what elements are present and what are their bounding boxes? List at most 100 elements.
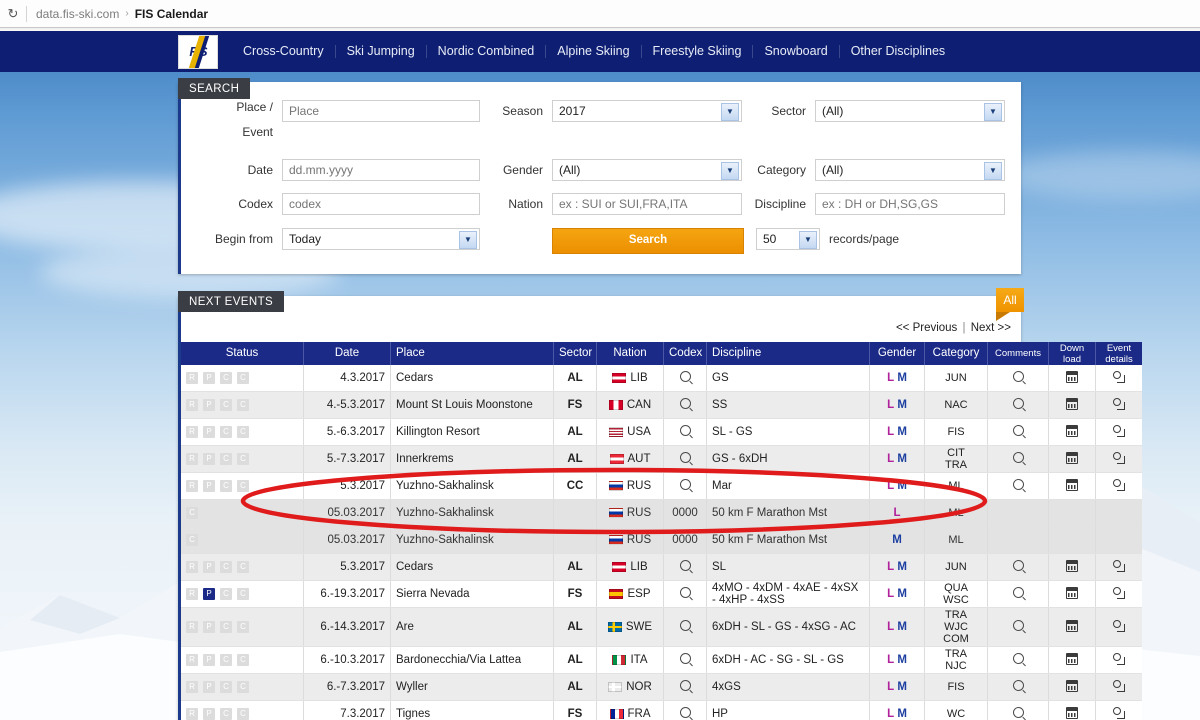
nav-item-snowboard[interactable]: Snowboard <box>753 45 840 58</box>
status-badge-r[interactable]: R <box>186 653 198 666</box>
reload-icon[interactable]: ↻ <box>0 0 26 27</box>
column-header-discipline[interactable]: Discipline <box>706 342 870 365</box>
calendar-icon[interactable] <box>1066 370 1078 383</box>
status-badge-c[interactable]: C <box>220 620 232 633</box>
search-icon[interactable] <box>679 620 691 631</box>
search-icon[interactable] <box>1012 620 1024 631</box>
search-icon[interactable] <box>1012 587 1024 598</box>
status-badge-r[interactable]: R <box>186 371 198 384</box>
discipline-input[interactable] <box>815 193 1005 215</box>
search-icon[interactable] <box>1012 398 1024 409</box>
event-details-icon[interactable] <box>1113 706 1125 719</box>
column-header-download[interactable]: Down load <box>1048 342 1096 365</box>
column-header-event-details[interactable]: Event details <box>1095 342 1142 365</box>
status-badge-r[interactable]: R <box>186 620 198 633</box>
gender-select[interactable]: (All) ▼ <box>552 159 742 181</box>
search-icon[interactable] <box>679 371 691 382</box>
all-tab-button[interactable]: All <box>996 288 1024 321</box>
search-icon[interactable] <box>679 560 691 571</box>
event-details-icon[interactable] <box>1113 679 1125 692</box>
previous-page-link[interactable]: << Previous <box>896 322 957 334</box>
status-badge-c[interactable]: C <box>237 620 249 633</box>
column-header-nation[interactable]: Nation <box>596 342 664 365</box>
column-header-date[interactable]: Date <box>303 342 391 365</box>
nav-item-freestyle-skiing[interactable]: Freestyle Skiing <box>642 45 754 58</box>
event-details-icon[interactable] <box>1113 619 1125 632</box>
event-details-icon[interactable] <box>1113 586 1125 599</box>
search-icon[interactable] <box>1012 560 1024 571</box>
table-row[interactable]: R P C C 5.3.2017 Cedars AL LIB SL L M JUN <box>181 553 1142 581</box>
status-badge-r[interactable]: R <box>186 479 198 492</box>
search-icon[interactable] <box>1012 707 1024 718</box>
table-row[interactable]: R P C C 6.-19.3.2017 Sierra Nevada FS ESP 4xMO -… <box>181 580 1142 608</box>
search-icon[interactable] <box>1012 680 1024 691</box>
status-badge-c[interactable]: C <box>186 506 198 519</box>
status-badge-r[interactable]: R <box>186 425 198 438</box>
search-icon[interactable] <box>679 398 691 409</box>
status-badge-r[interactable]: R <box>186 707 198 720</box>
status-badge-c[interactable]: C <box>237 560 249 573</box>
table-row[interactable]: R P C C 5.3.2017 Yuzhno-Sakhalinsk CC RUS Mar L M… <box>181 472 1142 500</box>
nav-item-other-disciplines[interactable]: Other Disciplines <box>840 45 956 58</box>
status-badge-c[interactable]: C <box>220 452 232 465</box>
status-badge-c[interactable]: C <box>220 680 232 693</box>
status-badge-c[interactable]: C <box>237 653 249 666</box>
event-details-icon[interactable] <box>1113 559 1125 572</box>
search-icon[interactable] <box>679 452 691 463</box>
status-badge-c[interactable]: C <box>220 560 232 573</box>
calendar-icon[interactable] <box>1066 397 1078 410</box>
calendar-icon[interactable] <box>1066 619 1078 632</box>
search-icon[interactable] <box>1012 452 1024 463</box>
status-badge-c[interactable]: C <box>220 587 232 600</box>
search-icon[interactable] <box>1012 479 1024 490</box>
calendar-icon[interactable] <box>1066 586 1078 599</box>
nation-input[interactable] <box>552 193 742 215</box>
next-events-tab[interactable]: NEXT EVENTS <box>178 291 285 312</box>
next-page-link[interactable]: Next >> <box>971 322 1011 334</box>
status-badge-c[interactable]: C <box>220 707 232 720</box>
date-input[interactable] <box>282 159 480 181</box>
breadcrumb-site[interactable]: data.fis-ski.com <box>36 7 119 21</box>
status-badge-c[interactable]: C <box>237 425 249 438</box>
calendar-icon[interactable] <box>1066 679 1078 692</box>
nav-item-alpine-skiing[interactable]: Alpine Skiing <box>546 45 642 58</box>
table-row[interactable]: R P C C 5.-7.3.2017 Innerkrems AL AUT GS - 6xDH L… <box>181 445 1142 473</box>
codex-input[interactable] <box>282 193 480 215</box>
search-icon[interactable] <box>679 479 691 490</box>
search-icon[interactable] <box>1012 653 1024 664</box>
calendar-icon[interactable] <box>1066 424 1078 437</box>
records-per-page-select[interactable]: 50 ▼ <box>756 228 820 250</box>
table-row[interactable]: R P C C 4.3.2017 Cedars AL LIB GS L M JUN <box>181 365 1142 392</box>
status-badge-c[interactable]: C <box>220 425 232 438</box>
search-icon[interactable] <box>679 707 691 718</box>
event-details-icon[interactable] <box>1113 652 1125 665</box>
status-badge-p[interactable]: P <box>203 680 215 693</box>
status-badge-p[interactable]: P <box>203 587 215 600</box>
calendar-icon[interactable] <box>1066 706 1078 719</box>
search-icon[interactable] <box>1012 371 1024 382</box>
season-select[interactable]: 2017 ▼ <box>552 100 742 122</box>
search-icon[interactable] <box>1012 425 1024 436</box>
table-row[interactable]: R P C C 6.-10.3.2017 Bardonecchia/Via Lattea A… <box>181 646 1142 674</box>
begin-from-select[interactable]: Today ▼ <box>282 228 480 250</box>
status-badge-c[interactable]: C <box>237 371 249 384</box>
status-badge-r[interactable]: R <box>186 680 198 693</box>
search-panel-tab[interactable]: SEARCH <box>178 78 251 99</box>
search-button[interactable]: Search <box>552 228 744 254</box>
status-badge-c[interactable]: C <box>220 371 232 384</box>
status-badge-p[interactable]: P <box>203 452 215 465</box>
status-badge-r[interactable]: R <box>186 587 198 600</box>
table-row[interactable]: R P C C 6.-14.3.2017 Are AL SWE 6xDH - SL - GS -… <box>181 607 1142 647</box>
status-badge-c[interactable]: C <box>237 479 249 492</box>
status-badge-p[interactable]: P <box>203 707 215 720</box>
search-icon[interactable] <box>679 587 691 598</box>
nav-item-nordic-combined[interactable]: Nordic Combined <box>427 45 547 58</box>
column-header-codex[interactable]: Codex <box>663 342 707 365</box>
status-badge-c[interactable]: C <box>220 398 232 411</box>
column-header-place[interactable]: Place <box>390 342 554 365</box>
status-badge-r[interactable]: R <box>186 452 198 465</box>
status-badge-c[interactable]: C <box>186 533 198 546</box>
event-details-icon[interactable] <box>1113 478 1125 491</box>
status-badge-c[interactable]: C <box>237 707 249 720</box>
table-row[interactable]: R P C C 5.-6.3.2017 Killington Resort AL USA SL … <box>181 418 1142 446</box>
